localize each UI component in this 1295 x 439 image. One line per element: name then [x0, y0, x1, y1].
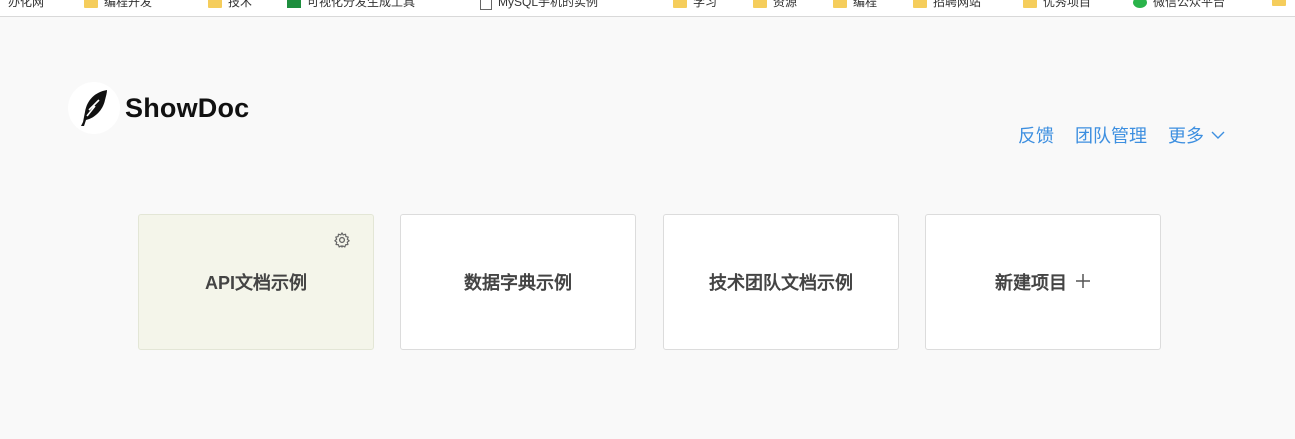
folder-icon — [673, 0, 687, 9]
folder-icon — [833, 0, 847, 9]
bookmark-item[interactable]: 招聘网站 — [913, 0, 981, 9]
project-card[interactable]: API文档示例 — [138, 214, 374, 350]
bookmark-item[interactable] — [1272, 0, 1292, 7]
folder-icon — [1272, 0, 1286, 7]
folder-icon — [913, 0, 927, 9]
project-title: 技术团队文档示例 — [709, 273, 853, 293]
project-title: API文档示例 — [204, 273, 307, 293]
more-label: 更多 — [1168, 126, 1204, 146]
bookmark-item[interactable]: MySQL手机的实例 — [480, 0, 598, 10]
bookmark-item[interactable]: 可视化分发生成工具 — [287, 0, 415, 9]
brand-logo[interactable]: ShowDoc — [68, 81, 249, 135]
folder-icon — [1023, 0, 1037, 9]
folder-icon — [753, 0, 767, 9]
brand-name: ShowDoc — [125, 92, 250, 123]
feedback-link[interactable]: 反馈 — [1018, 122, 1054, 148]
more-dropdown[interactable]: 更多 — [1168, 122, 1225, 148]
new-project-card[interactable]: 新建项目 — [925, 214, 1161, 350]
bookmark-item[interactable]: 优秀项目 — [1023, 0, 1091, 9]
folder-icon — [208, 0, 222, 9]
new-project-label: 新建项目 — [995, 273, 1067, 293]
bookmark-item[interactable]: 微信公众平台 — [1133, 0, 1225, 9]
bookmark-item[interactable]: 编程开发 — [84, 0, 152, 9]
bookmark-item[interactable]: 编程 — [833, 0, 877, 9]
bookmarks-bar: 办化网 编程开发 技术 可视化分发生成工具 MySQL手机的实例 学习 资源 编… — [0, 0, 1295, 17]
header-nav: 反馈 团队管理 更多 — [997, 122, 1225, 148]
project-title: 数据字典示例 — [464, 273, 572, 293]
wechat-icon — [1133, 0, 1147, 9]
sheets-icon — [287, 0, 301, 9]
chevron-down-icon — [1211, 131, 1225, 139]
bookmark-item[interactable]: 办化网 — [8, 0, 44, 9]
gear-icon[interactable] — [333, 231, 351, 249]
bookmark-item[interactable]: 资源 — [753, 0, 797, 9]
plus-icon — [1075, 270, 1091, 294]
team-management-link[interactable]: 团队管理 — [1075, 122, 1147, 148]
project-card[interactable]: 数据字典示例 — [400, 214, 636, 350]
bookmark-item[interactable]: 学习 — [673, 0, 717, 9]
feather-icon — [68, 82, 120, 134]
bookmark-item[interactable]: 技术 — [208, 0, 252, 9]
page-icon — [480, 0, 492, 10]
folder-icon — [84, 0, 98, 9]
project-card[interactable]: 技术团队文档示例 — [663, 214, 899, 350]
